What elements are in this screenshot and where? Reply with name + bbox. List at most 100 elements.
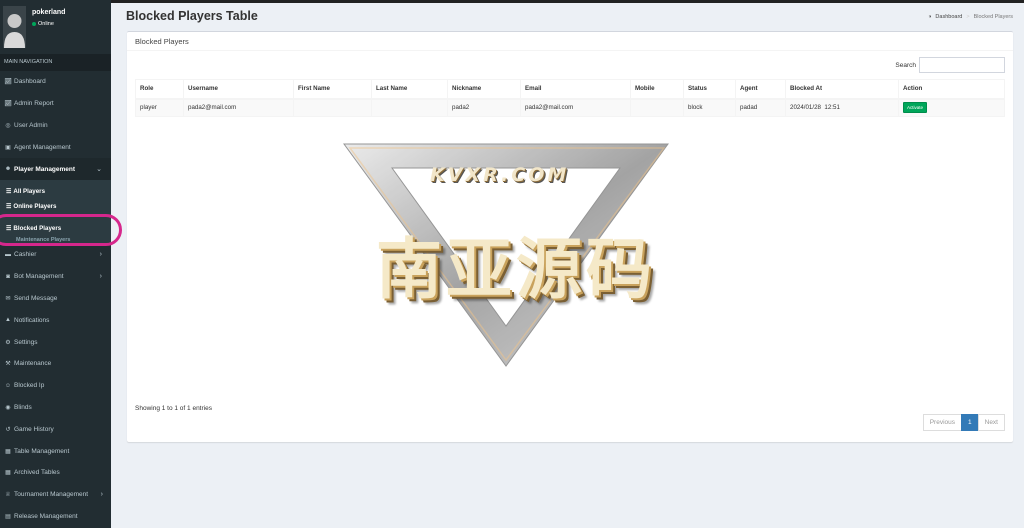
sidebar-item-game-history[interactable]: ↺ Game History — [0, 418, 111, 440]
table-icon: ▦ — [5, 470, 11, 477]
sidebar-item-label: Cashier — [14, 251, 37, 259]
sidebar-item-archived-tables[interactable]: ▦ Archived Tables — [0, 462, 111, 484]
page-title: Blocked Players Table — [126, 9, 258, 23]
sidebar-item-label: Settings — [14, 338, 38, 346]
cell-action: Activate — [898, 98, 1005, 117]
gear-icon: ⚙ — [5, 339, 11, 346]
column-header-agent[interactable]: Agent — [735, 79, 786, 100]
column-header-first-name[interactable]: First Name — [293, 79, 372, 100]
sidebar-item-label: Agent Management — [14, 143, 71, 151]
column-header-role[interactable]: Role — [135, 79, 184, 100]
users-icon: ☻ — [4, 166, 12, 173]
cell-first-name — [293, 98, 372, 117]
chart-icon: 📈︎ — [4, 79, 12, 86]
user-panel: pokerland Online — [0, 0, 111, 54]
column-header-username[interactable]: Username — [183, 79, 294, 100]
sidebar-item-agent-management[interactable]: ▣ Agent Management — [0, 136, 111, 158]
user-status-label: Online — [38, 21, 54, 27]
cell-last-name — [371, 98, 448, 117]
sidebar-item-table-management[interactable]: ▦ Table Management — [0, 440, 111, 462]
globe-icon: ◎ — [5, 122, 11, 129]
table-header-row: Role Username First Name Last Name Nickn… — [135, 79, 1005, 100]
sidebar-item-label: Maintenance — [14, 360, 52, 368]
blocked-players-table: Role Username First Name Last Name Nickn… — [135, 79, 1005, 117]
sidebar-item-release-management[interactable]: ▤ Release Management — [0, 506, 111, 528]
sidebar-item-label: All Players — [13, 187, 46, 195]
column-header-email[interactable]: Email — [520, 79, 631, 100]
wrench-icon: ⚒ — [5, 361, 11, 368]
top-strip — [111, 0, 1024, 3]
box-icon: ▤ — [5, 513, 11, 520]
search-input[interactable] — [919, 57, 1005, 73]
chevron-right-icon: › — [99, 273, 102, 281]
chevron-down-icon: ⌄ — [96, 166, 102, 174]
sidebar-item-label: Blocked Ip — [14, 382, 45, 390]
sidebar-item-maintenance-players[interactable]: Maintenance Players — [0, 237, 111, 244]
nav-header: MAIN NAVIGATION — [0, 54, 111, 71]
sidebar-item-send-message[interactable]: ✉ Send Message — [0, 288, 111, 310]
trophy-icon: ♕ — [5, 492, 11, 499]
bell-icon: ▲ — [5, 317, 11, 324]
blocked-players-box: Blocked Players Search Role Username Fir… — [127, 31, 1013, 442]
sidebar-item-all-players[interactable]: ☰ All Players — [0, 180, 111, 199]
sidebar-item-user-admin[interactable]: ◎ User Admin — [0, 115, 111, 137]
sidebar-item-cashier[interactable]: ▬ Cashier › — [0, 244, 111, 266]
next-button[interactable]: Next — [977, 414, 1005, 431]
column-header-blocked-at[interactable]: Blocked At — [785, 79, 899, 100]
chevron-right-icon: › — [100, 491, 103, 499]
user-block-icon: ☺ — [4, 382, 12, 389]
cell-role: player — [135, 98, 184, 117]
sidebar-item-label: Bot Management — [14, 273, 64, 281]
search-wrap: Search — [895, 57, 1005, 73]
sidebar-item-admin-report[interactable]: 📈︎ Admin Report — [0, 93, 111, 115]
sidebar-item-label: Send Message — [14, 294, 58, 302]
pagination: Previous 1 Next — [922, 414, 1005, 431]
avatar — [3, 6, 26, 48]
cell-email: pada2@mail.com — [520, 98, 631, 117]
page-1-button[interactable]: 1 — [961, 414, 979, 431]
breadcrumb-current: Blocked Players — [973, 14, 1013, 20]
sidebar-item-maintenance[interactable]: ⚒ Maintenance — [0, 353, 111, 375]
table-row: player pada2@mail.com pada2 pada2@mail.c… — [135, 98, 1005, 117]
entries-info: Showing 1 to 1 of 1 entries — [135, 405, 212, 412]
history-icon: ↺ — [5, 426, 11, 433]
sidebar-item-blocked-players[interactable]: ☰ Blocked Players — [0, 221, 111, 237]
sidebar-item-label: Blocked Players — [13, 225, 62, 233]
sidebar-item-notifications[interactable]: ▲ Notifications — [0, 309, 111, 331]
sidebar-item-ghost — [0, 214, 111, 221]
money-icon: ▬ — [5, 251, 11, 258]
column-header-mobile[interactable]: Mobile — [630, 79, 684, 100]
sidebar-item-player-management[interactable]: ☻ Player Management ⌄ — [0, 158, 111, 180]
sidebar: pokerland Online MAIN NAVIGATION 📈︎ Dash… — [0, 0, 111, 528]
sidebar-item-online-players[interactable]: ☰ Online Players — [0, 199, 111, 214]
column-header-nickname[interactable]: Nickname — [447, 79, 521, 100]
user-name: pokerland — [32, 9, 66, 16]
sidebar-item-blocked-ip[interactable]: ☺ Blocked Ip — [0, 375, 111, 397]
sidebar-item-label: Online Players — [13, 202, 57, 210]
chevron-right-icon: › — [99, 251, 102, 259]
cell-nickname: pada2 — [447, 98, 521, 117]
sidebar-item-dashboard[interactable]: 📈︎ Dashboard — [0, 71, 111, 93]
list-icon: ☰ — [6, 226, 12, 233]
sidebar-item-blinds[interactable]: ◉ Blinds — [0, 397, 111, 419]
sidebar-item-tournament-management[interactable]: ♕ Tournament Management › — [0, 484, 111, 506]
activate-button[interactable]: Activate — [903, 102, 928, 114]
breadcrumb-dashboard[interactable]: Dashboard — [935, 14, 962, 20]
column-header-last-name[interactable]: Last Name — [371, 79, 448, 100]
sidebar-item-label: Player Management — [14, 165, 76, 173]
breadcrumb: ◑ Dashboard > Blocked Players — [928, 14, 1013, 20]
sidebar-item-bot-management[interactable]: ◙ Bot Management › — [0, 266, 111, 288]
column-header-status[interactable]: Status — [683, 79, 736, 100]
box-title: Blocked Players — [127, 32, 1013, 51]
list-icon: ☰ — [6, 188, 12, 195]
sidebar-item-label: Table Management — [14, 447, 70, 455]
sidebar-item-label: Tournament Management — [14, 491, 89, 499]
online-dot-icon — [32, 22, 36, 26]
previous-button[interactable]: Previous — [922, 414, 962, 431]
sidebar-item-label: Notifications — [14, 316, 50, 324]
sidebar-item-settings[interactable]: ⚙ Settings — [0, 331, 111, 353]
column-header-action[interactable]: Action — [898, 79, 1005, 100]
sidebar-item-label: Blinds — [14, 403, 32, 411]
cell-mobile — [630, 98, 684, 117]
sidebar-item-label: Archived Tables — [14, 469, 60, 477]
